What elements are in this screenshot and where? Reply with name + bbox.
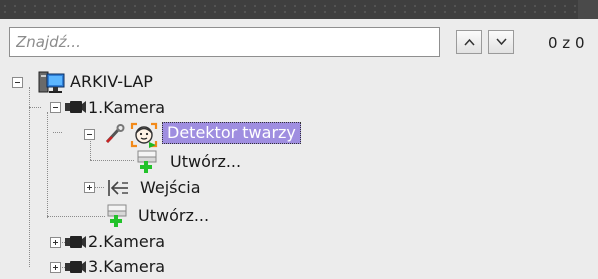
next-result-button[interactable] xyxy=(488,30,514,54)
expand-toggle[interactable] xyxy=(50,262,61,273)
tree-item-label: ARKIV-LAP xyxy=(70,72,153,91)
face-detector-icon xyxy=(130,122,158,148)
camera-icon xyxy=(65,236,86,248)
tree-item-label: 1.Kamera xyxy=(88,98,166,117)
object-tree[interactable]: ARKIV-LAP 1.Kamera Detektor twarzy Utwór… xyxy=(8,66,598,279)
search-input[interactable] xyxy=(9,27,440,57)
chevron-up-icon xyxy=(464,38,475,46)
expand-toggle[interactable] xyxy=(50,237,61,248)
collapse-toggle[interactable] xyxy=(50,102,61,113)
tree-item-label: Wejścia xyxy=(140,178,201,197)
tree-item-computer[interactable]: ARKIV-LAP xyxy=(8,70,308,94)
search-result-counter: 0 z 0 xyxy=(548,34,585,52)
collapse-toggle[interactable] xyxy=(84,129,95,140)
tree-item-label: Utwórz... xyxy=(170,152,242,171)
tree-item-create-detector-child[interactable]: Utwórz... xyxy=(8,150,308,174)
camera-icon xyxy=(65,101,86,113)
tree-item-inputs[interactable]: Wejścia xyxy=(8,177,308,201)
tree-item-camera-3[interactable]: 3.Kamera xyxy=(8,256,308,279)
collapse-toggle[interactable] xyxy=(12,77,23,88)
chevron-down-icon xyxy=(496,38,507,46)
tree-item-label: Detektor twarzy xyxy=(162,122,301,144)
tree-item-camera-2[interactable]: 2.Kamera xyxy=(8,231,308,255)
create-object-icon xyxy=(137,150,157,173)
window-titlebar xyxy=(0,0,598,19)
computer-icon xyxy=(38,71,65,93)
camera-icon xyxy=(65,261,86,273)
tree-item-create-camera-child[interactable]: Utwórz... xyxy=(8,204,308,228)
create-object-icon xyxy=(107,204,127,227)
tree-item-label: 3.Kamera xyxy=(88,257,166,276)
titlebar-grip-pattern xyxy=(0,3,598,15)
wrench-icon xyxy=(105,124,125,144)
expand-toggle[interactable] xyxy=(84,182,95,193)
tree-item-label: Utwórz... xyxy=(138,206,210,225)
tree-item-face-detector[interactable]: Detektor twarzy xyxy=(8,122,338,148)
inputs-icon xyxy=(108,180,128,196)
previous-result-button[interactable] xyxy=(456,30,482,54)
tree-item-label: 2.Kamera xyxy=(88,232,166,251)
tree-item-camera-1[interactable]: 1.Kamera xyxy=(8,96,308,120)
titlebar-corner xyxy=(578,0,598,19)
